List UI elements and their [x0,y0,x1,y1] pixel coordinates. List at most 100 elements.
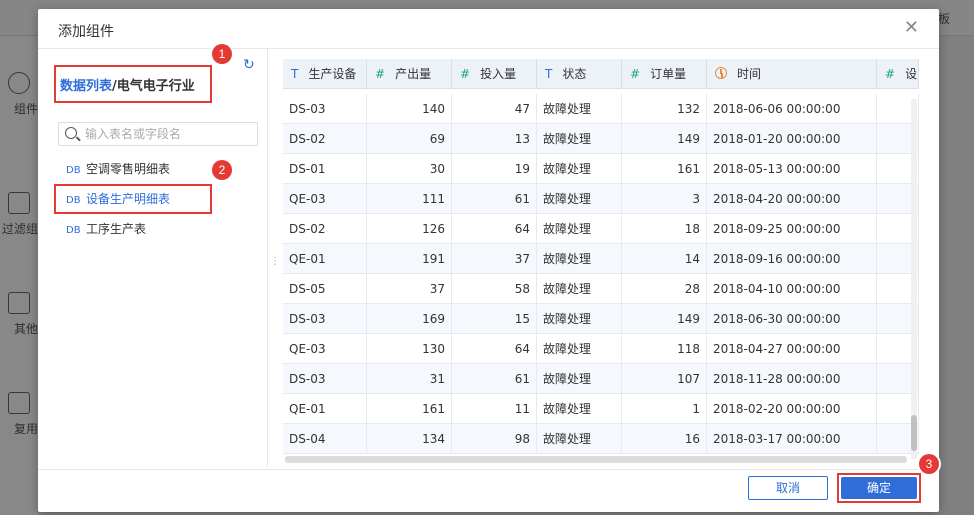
column-header[interactable]: 时间 [707,59,877,89]
table-cell: 64 [452,214,537,244]
table-item-equipment-production[interactable]: DB 设备生产明细表 [54,184,212,214]
table-cell: QE-03 [283,334,367,364]
table-body: DS-03 140 47 故障处理 132 2018-06-06 00:00:00 DS-0… [283,94,919,454]
table-header: T 生产设备 # 产出量 # 投入量 T 状态 # 订单量 时间 # 设 [283,59,919,89]
number-type-icon: # [460,67,471,81]
table-cell: 故障处理 [537,154,622,184]
text-type-icon: T [545,67,553,81]
table-cell: 2018-09-16 00:00:00 [707,244,877,274]
step-badge-2: 2 [212,160,232,180]
column-header[interactable]: # 订单量 [622,59,707,89]
table-cell: 37 [367,274,452,304]
table-cell: 18 [622,214,707,244]
step-badge-3: 3 [919,454,939,474]
column-header-label: 状态 [562,67,587,81]
table-row: DS-03 140 47 故障处理 132 2018-06-06 00:00:00 [283,94,919,124]
breadcrumb-root[interactable]: 数据列表 [60,79,112,94]
number-type-icon: # [375,67,386,81]
dialog-footer: 取消 确定 [38,469,939,512]
table-item-ac-retail[interactable]: DB 空调零售明细表 [54,154,264,184]
table-cell: DS-02 [283,214,367,244]
panel-divider [267,49,268,467]
table-cell: 故障处理 [537,334,622,364]
table-cell: DS-02 [283,124,367,154]
table-cell: 149 [622,304,707,334]
table-row: QE-01 191 37 故障处理 14 2018-09-16 00:00:00 [283,244,919,274]
table-cell: 2018-02-20 00:00:00 [707,394,877,424]
table-cell: 故障处理 [537,394,622,424]
table-cell: 2018-11-28 00:00:00 [707,364,877,394]
column-header[interactable]: T 状态 [537,59,622,89]
close-icon[interactable]: ✕ [904,19,919,37]
table-cell: 2018-09-25 00:00:00 [707,214,877,244]
table-cell: 118 [622,334,707,364]
table-cell: 31 [367,364,452,394]
table-item-process-production[interactable]: DB 工序生产表 [54,214,264,244]
table-item-label: 工序生产表 [86,222,147,236]
table-row: DS-03 31 61 故障处理 107 2018-11-28 00:00:00 [283,364,919,394]
table-row: QE-01 161 11 故障处理 1 2018-02-20 00:00:00 [283,394,919,424]
table-cell: 故障处理 [537,274,622,304]
table-cell: 11 [452,394,537,424]
cancel-button[interactable]: 取消 [748,476,828,500]
table-row: QE-03 130 64 故障处理 118 2018-04-27 00:00:00 [283,334,919,364]
column-header[interactable]: # 产出量 [367,59,452,89]
table-cell: 64 [452,334,537,364]
column-header-label: 时间 [737,67,762,81]
ok-button-highlight: 确定 [837,473,921,503]
database-icon: DB [66,165,81,176]
table-cell: 98 [452,424,537,454]
table-cell: 13 [452,124,537,154]
dialog-header: 添加组件 ✕ [38,9,939,49]
table-cell: 故障处理 [537,214,622,244]
refresh-icon[interactable]: ↻ [243,58,257,72]
table-cell: 111 [367,184,452,214]
table-cell: DS-03 [283,94,367,124]
table-row: DS-02 69 13 故障处理 149 2018-01-20 00:00:00 [283,124,919,154]
column-header[interactable]: T 生产设备 [283,59,367,89]
table-cell: DS-04 [283,424,367,454]
table-cell: 2018-01-20 00:00:00 [707,124,877,154]
column-header[interactable]: # 投入量 [452,59,537,89]
table-cell: 16 [622,424,707,454]
add-component-dialog: 添加组件 ✕ 数据列表/电气电子行业 ↻ DB 空调零售明细表 DB 设备生产明细表… [38,9,939,512]
number-type-icon: # [630,67,641,81]
table-cell: DS-03 [283,364,367,394]
table-cell: 61 [452,184,537,214]
ok-button[interactable]: 确定 [841,477,917,499]
column-header-label: 设 [905,67,918,81]
breadcrumb: 数据列表/电气电子行业 [54,65,212,103]
table-cell: 14 [622,244,707,274]
table-item-label: 空调零售明细表 [86,162,171,176]
column-header-label: 生产设备 [308,67,357,81]
table-cell: 故障处理 [537,94,622,124]
horizontal-scrollbar[interactable] [285,456,907,463]
column-header[interactable]: # 设 [877,59,919,89]
table-cell: 故障处理 [537,424,622,454]
table-cell: 47 [452,94,537,124]
scrollbar-thumb[interactable] [911,415,917,451]
search-box [58,122,258,146]
table-cell: QE-01 [283,394,367,424]
table-cell: 1 [622,394,707,424]
step-badge-1: 1 [212,44,232,64]
table-cell: 故障处理 [537,244,622,274]
search-input[interactable] [85,125,255,143]
table-cell: 61 [452,364,537,394]
table-cell: QE-01 [283,244,367,274]
table-cell: 30 [367,154,452,184]
table-cell: 69 [367,124,452,154]
table-cell: 28 [622,274,707,304]
table-cell: 19 [452,154,537,184]
table-cell: 2018-04-10 00:00:00 [707,274,877,304]
table-row: DS-04 134 98 故障处理 16 2018-03-17 00:00:00 [283,424,919,454]
database-icon: DB [66,195,81,206]
table-cell: QE-03 [283,184,367,214]
clock-icon [715,67,727,79]
table-cell: 140 [367,94,452,124]
table-cell: 2018-04-27 00:00:00 [707,334,877,364]
table-cell: 故障处理 [537,184,622,214]
table-cell: DS-01 [283,154,367,184]
vertical-scrollbar[interactable] [911,99,917,459]
search-icon [65,127,77,139]
